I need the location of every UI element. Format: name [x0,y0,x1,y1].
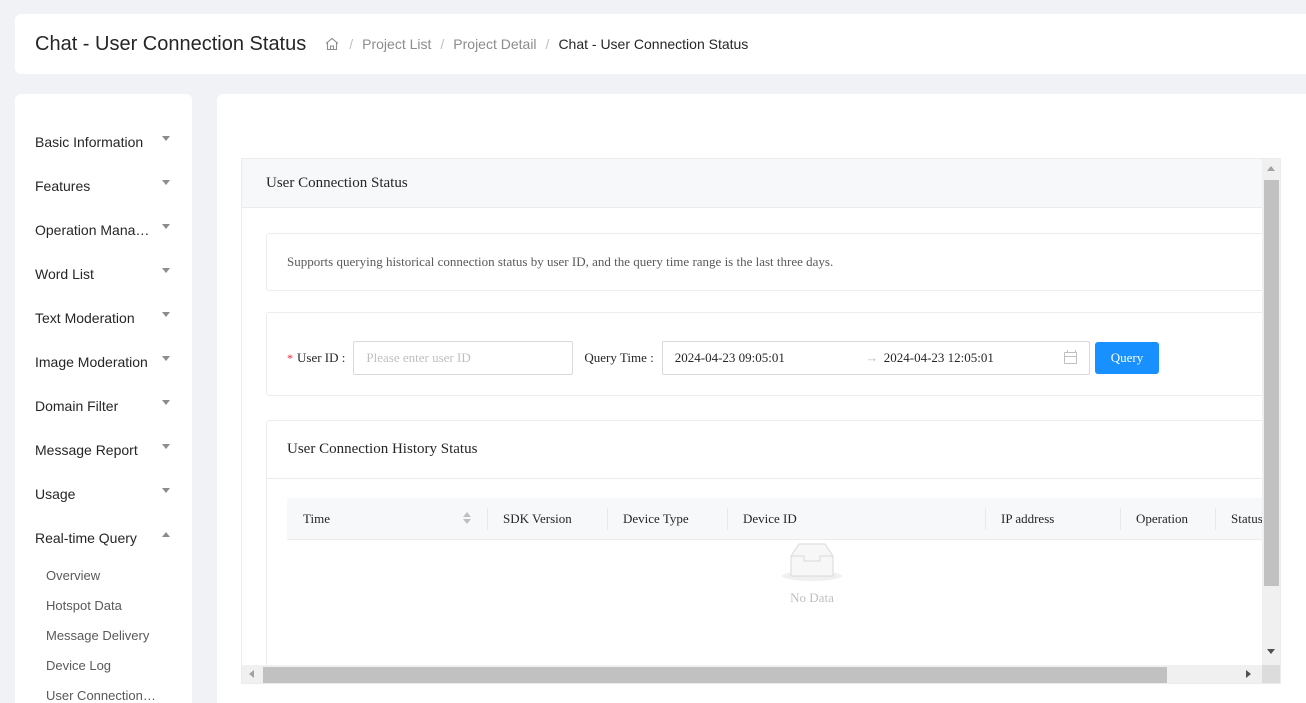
sidebar-subitem-label: User Connection Status [46,687,156,703]
sidebar-item-label: Message Report [35,442,138,458]
empty-text: No Data [790,590,834,605]
sidebar-subitem-label: Overview [46,567,101,583]
sidebar-item-real-time-query[interactable]: Real-time Query [15,516,192,560]
empty-state: No Data [757,540,867,606]
end-time-input[interactable]: 2024-04-23 12:05:01 [884,350,994,366]
scroll-up-arrow-icon[interactable] [1267,166,1275,171]
sidebar-subitem-label: Hotspot Data [46,597,122,613]
sidebar-item-basic-information[interactable]: Basic Information [15,120,192,164]
caret-down-icon [162,312,170,317]
sidebar-menu: Basic Information Features Operation Man… [15,120,192,703]
horizontal-scroll-thumb[interactable] [263,667,1167,683]
user-id-label: User ID : [297,350,346,365]
sidebar-item-label: Usage [35,486,76,502]
table-header: Time SDK Version Device Type Device ID I… [287,498,1280,540]
sidebar-subitem-hotspot-data[interactable]: Hotspot Data [15,590,192,620]
horizontal-scrollbar[interactable] [242,665,1262,683]
sidebar-item-label: Image Moderation [35,354,148,370]
empty-inbox-icon [780,540,844,584]
sort-icon[interactable] [463,512,471,526]
column-header-device-type: Device Type [607,498,727,539]
query-form: * User ID : Query Time : 2024-04-23 09:0… [266,312,1276,396]
column-header-ip-address: IP address [985,498,1120,539]
history-card: User Connection History Status Time SDK … [266,420,1280,683]
sidebar-item-label: Operation Management [35,222,157,238]
range-arrow-icon: → [865,350,879,365]
page-title: Chat - User Connection Status [35,32,307,55]
sidebar-item-domain-filter[interactable]: Domain Filter [15,384,192,428]
column-label: Device ID [743,510,797,526]
caret-up-icon [162,532,170,537]
query-time-range-picker[interactable]: 2024-04-23 09:05:01 → 2024-04-23 12:05:0… [661,341,1090,375]
caret-down-icon [162,268,170,273]
sidebar-item-features[interactable]: Features [15,164,192,208]
user-id-input[interactable] [353,341,574,375]
info-text: Supports querying historical connection … [287,254,834,269]
sidebar-item-word-list[interactable]: Word List [15,252,192,296]
column-label: IP address [1001,510,1055,526]
sidebar-item-operation-management[interactable]: Operation Management [15,208,192,252]
column-header-device-id: Device ID [727,498,985,539]
column-label: Device Type [623,510,689,526]
sidebar-item-text-moderation[interactable]: Text Moderation [15,296,192,340]
caret-down-icon [162,356,170,361]
home-icon[interactable] [324,36,340,52]
sidebar-item-image-moderation[interactable]: Image Moderation [15,340,192,384]
sidebar-item-label: Text Moderation [35,310,135,326]
caret-down-icon [162,224,170,229]
vertical-scroll-thumb[interactable] [1264,180,1279,586]
sidebar-item-label: Features [35,178,91,194]
required-mark: * [287,350,293,365]
query-time-label: Query Time : [584,350,654,365]
column-header-sdk-version: SDK Version [487,498,607,539]
caret-down-icon [162,444,170,449]
sidebar-subitem-user-connection-status[interactable]: User Connection Status [15,680,192,703]
calendar-icon[interactable] [1063,350,1077,364]
sidebar: Basic Information Features Operation Man… [15,94,192,703]
sidebar-item-label: Word List [35,266,94,282]
sidebar-subitem-label: Device Log [46,657,112,673]
history-title: User Connection History Status [267,421,1275,479]
scroll-right-arrow-icon[interactable] [1246,670,1251,678]
caret-down-icon [162,400,170,405]
sidebar-item-message-report[interactable]: Message Report [15,428,192,472]
breadcrumb-project-list[interactable]: Project List [362,36,431,52]
sidebar-subitem-overview[interactable]: Overview [15,560,192,590]
query-form-row: * User ID : Query Time : 2024-04-23 09:0… [287,341,1160,375]
column-header-time[interactable]: Time [287,498,487,539]
column-header-operation: Operation [1120,498,1215,539]
query-button[interactable]: Query [1094,342,1160,374]
breadcrumb: / Project List / Project Detail / Chat -… [324,36,748,52]
sidebar-subitem-message-delivery[interactable]: Message Delivery [15,620,192,650]
breadcrumb-separator: / [545,36,550,52]
sidebar-subitem-label: Message Delivery [46,627,150,643]
scroll-left-arrow-icon[interactable] [249,670,254,678]
column-label: Status [1231,510,1263,526]
scroll-down-arrow-icon[interactable] [1267,649,1275,654]
page-header: Chat - User Connection Status / Project … [15,14,1306,74]
sidebar-item-label: Domain Filter [35,398,119,414]
breadcrumb-separator: / [349,36,354,52]
breadcrumb-project-detail[interactable]: Project Detail [453,36,536,52]
info-card: Supports querying historical connection … [266,233,1276,291]
history-table: Time SDK Version Device Type Device ID I… [287,498,1280,605]
scrollbar-corner [1262,665,1280,683]
start-time-input[interactable]: 2024-04-23 09:05:01 [675,350,860,366]
embedded-panel: User Connection Status Supports querying… [241,158,1281,684]
sidebar-item-label: Real-time Query [35,530,137,546]
sidebar-item-usage[interactable]: Usage [15,472,192,516]
caret-down-icon [162,488,170,493]
breadcrumb-separator: / [440,36,445,52]
column-label: Operation [1136,510,1188,526]
column-label: Time [303,510,330,526]
vertical-scrollbar[interactable] [1262,159,1280,665]
sidebar-item-label: Basic Information [35,134,144,150]
sidebar-subitem-device-log[interactable]: Device Log [15,650,192,680]
panel-title: User Connection Status [242,159,1262,208]
caret-down-icon [162,180,170,185]
caret-down-icon [162,136,170,141]
breadcrumb-current: Chat - User Connection Status [558,36,749,52]
column-label: SDK Version [503,510,572,526]
